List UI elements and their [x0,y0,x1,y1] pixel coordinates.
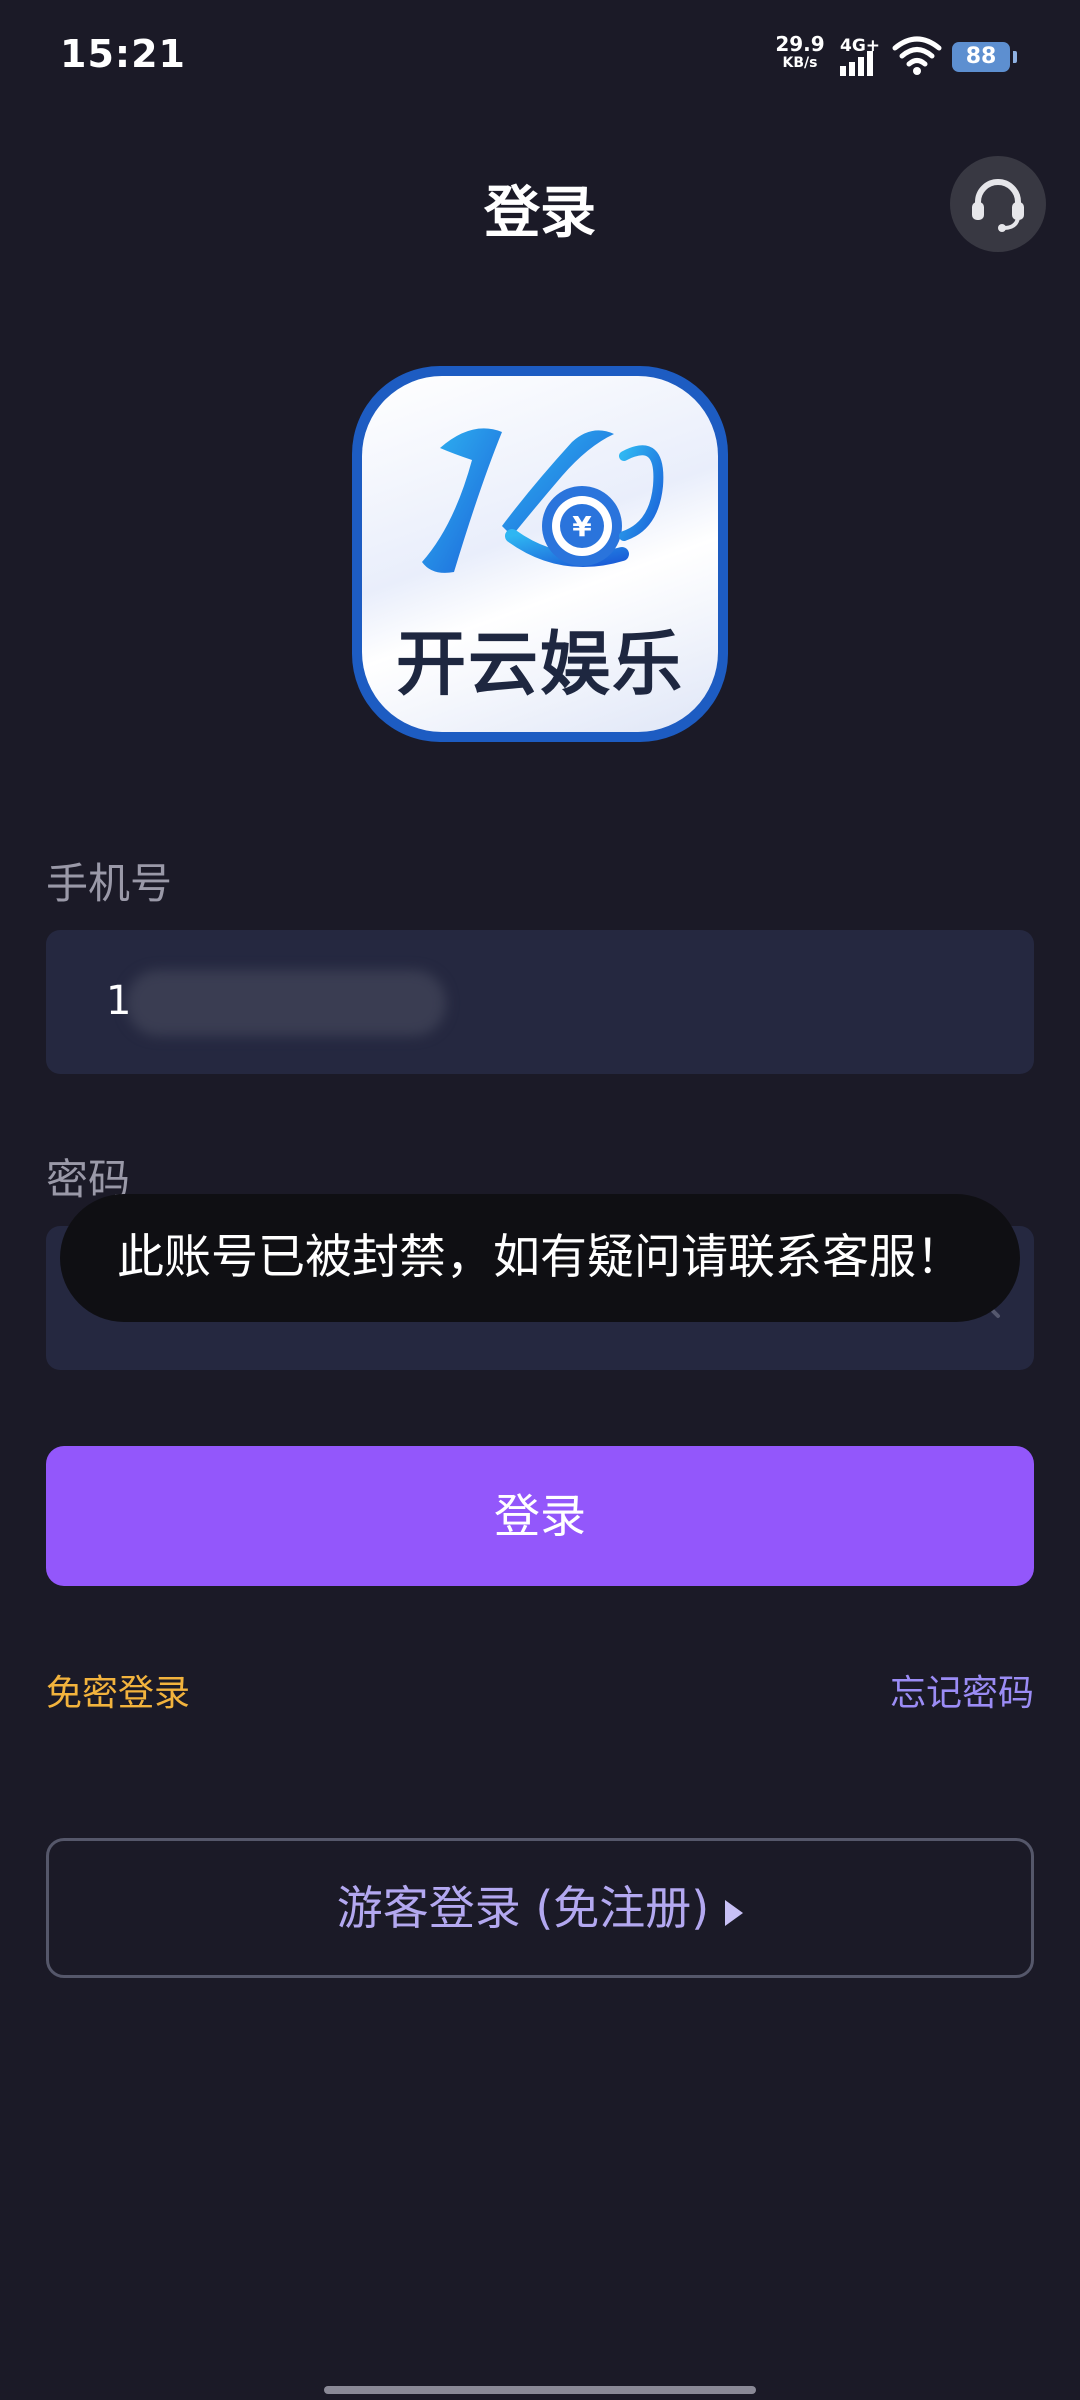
play-arrow-icon [725,1900,744,1926]
logo-text: 开云娱乐 [396,623,684,705]
network-speed-value: 29.9 [775,32,825,56]
network-speed: 29.9 KB/s [774,34,826,70]
status-bar: 15:21 29.9 KB/s 4G+ 88 [0,0,1080,110]
svg-text:¥: ¥ [572,510,592,543]
network-speed-unit: KB/s [782,55,818,71]
guest-login-button[interactable]: 游客登录 (免注册) [46,1838,1034,1978]
forgot-password-link[interactable]: 忘记密码 [890,1664,1034,1716]
login-button[interactable]: 登录 [46,1446,1034,1586]
customer-support-button[interactable] [950,156,1046,252]
wifi-icon [892,36,942,75]
cellular-signal: 4G+ [838,36,882,78]
logo-k-icon: ¥ [422,428,664,573]
app-logo-background: ¥ 开云娱乐 [362,376,718,732]
status-time: 15:21 [60,32,186,76]
app-logo: ¥ 开云娱乐 [352,366,728,742]
phone-value: 1 [106,978,132,1024]
passwordless-login-link[interactable]: 免密登录 [46,1664,190,1716]
guest-login-label: 游客登录 (免注册) [336,1881,710,1935]
battery-indicator: 88 [952,42,1017,72]
page-title: 登录 [484,181,596,246]
phone-redaction [126,970,446,1036]
headset-icon [972,179,1024,232]
phone-label: 手机号 [46,859,173,908]
signal-bars-icon [840,51,873,76]
toast-message: 此账号已被封禁，如有疑问请联系客服！ [60,1194,1020,1322]
phone-input[interactable]: 1 [46,930,1034,1074]
home-indicator[interactable] [324,2386,756,2394]
